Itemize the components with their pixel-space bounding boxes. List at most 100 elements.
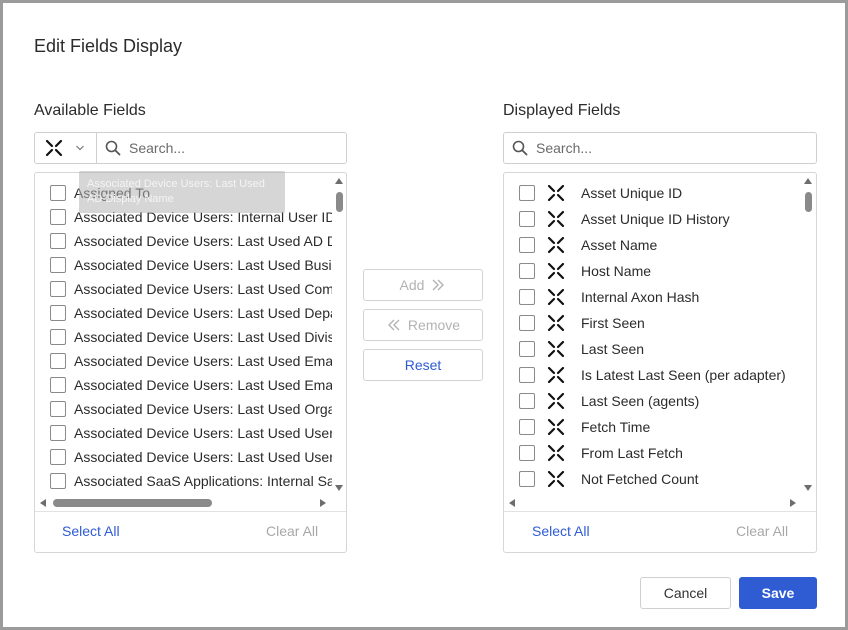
displayed-field-item[interactable]: From Last Fetch: [519, 441, 683, 465]
displayed-field-item[interactable]: Last Seen (agents): [519, 389, 699, 413]
available-search-bar: [34, 132, 347, 164]
axonius-logo-icon: [547, 470, 565, 488]
displayed-field-item[interactable]: Host Name: [519, 259, 651, 283]
available-field-item[interactable]: Associated Device Users: Last Used AD Di…: [50, 229, 332, 253]
scroll-right-arrow-icon[interactable]: [320, 499, 326, 507]
remove-button[interactable]: Remove: [363, 309, 483, 341]
adapter-filter-dropdown[interactable]: [35, 133, 97, 163]
field-checkbox[interactable]: [50, 401, 66, 417]
available-vertical-scrollbar[interactable]: [333, 176, 345, 494]
field-checkbox[interactable]: [50, 185, 66, 201]
displayed-field-item[interactable]: Not Fetched Count: [519, 467, 699, 491]
displayed-field-item[interactable]: Is Latest Last Seen (per adapter): [519, 363, 786, 387]
field-checkbox[interactable]: [519, 471, 535, 487]
field-checkbox[interactable]: [519, 393, 535, 409]
field-checkbox[interactable]: [519, 263, 535, 279]
available-field-item[interactable]: Associated Device Users: Last Used Divis…: [50, 325, 332, 349]
axonius-logo-icon: [547, 184, 565, 202]
available-field-item[interactable]: Associated Device Users: Last Used Usern…: [50, 445, 332, 469]
field-checkbox[interactable]: [50, 233, 66, 249]
field-label: Is Latest Last Seen (per adapter): [581, 367, 786, 383]
scroll-left-arrow-icon[interactable]: [509, 499, 515, 507]
dialog-title: Edit Fields Display: [34, 36, 183, 56]
field-checkbox[interactable]: [50, 281, 66, 297]
field-checkbox[interactable]: [519, 289, 535, 305]
double-chevron-left-icon: [387, 319, 400, 331]
field-label: Associated Device Users: Last Used Divis…: [74, 329, 332, 345]
scroll-right-arrow-icon[interactable]: [790, 499, 796, 507]
field-checkbox[interactable]: [50, 329, 66, 345]
displayed-footer-divider: [504, 511, 816, 512]
displayed-field-item[interactable]: First Seen: [519, 311, 645, 335]
available-select-all-link[interactable]: Select All: [62, 523, 120, 539]
field-checkbox[interactable]: [519, 237, 535, 253]
cancel-button[interactable]: Cancel: [640, 577, 731, 609]
double-chevron-right-icon: [432, 279, 445, 291]
available-field-item[interactable]: Associated Device Users: Last Used Compa…: [50, 277, 332, 301]
scroll-down-arrow-icon[interactable]: [804, 485, 812, 491]
axonius-logo-icon: [547, 314, 565, 332]
displayed-field-item[interactable]: Asset Name: [519, 233, 657, 257]
axonius-logo-icon: [45, 139, 63, 157]
displayed-field-item[interactable]: Internal Axon Hash: [519, 285, 699, 309]
available-field-item[interactable]: Associated SaaS Applications: Internal S…: [50, 469, 332, 493]
field-label: Associated SaaS Applications: Internal S…: [74, 473, 332, 489]
reset-button[interactable]: Reset: [363, 349, 483, 381]
horizontal-scroll-thumb[interactable]: [53, 499, 212, 507]
field-checkbox[interactable]: [519, 419, 535, 435]
available-field-item[interactable]: Associated Device Users: Last Used Depar…: [50, 301, 332, 325]
displayed-search-input[interactable]: [536, 134, 816, 162]
field-tooltip: Associated Device Users: Last Used AD Di…: [79, 171, 285, 213]
field-checkbox[interactable]: [519, 185, 535, 201]
axonius-logo-icon: [547, 444, 565, 462]
field-label: First Seen: [581, 315, 645, 331]
field-label: Associated Device Users: Last Used Usern…: [74, 449, 332, 465]
available-field-item[interactable]: Associated Device Users: Last Used Email: [50, 349, 332, 373]
field-checkbox[interactable]: [519, 367, 535, 383]
field-checkbox[interactable]: [50, 425, 66, 441]
displayed-vertical-scrollbar[interactable]: [802, 176, 814, 494]
field-checkbox[interactable]: [50, 473, 66, 489]
displayed-select-all-link[interactable]: Select All: [532, 523, 590, 539]
scroll-up-arrow-icon[interactable]: [335, 178, 343, 184]
axonius-logo-icon: [547, 340, 565, 358]
field-checkbox[interactable]: [50, 353, 66, 369]
field-checkbox[interactable]: [519, 445, 535, 461]
field-label: Associated Device Users: Last Used Depar…: [74, 305, 332, 321]
available-clear-all-link[interactable]: Clear All: [266, 523, 318, 539]
available-field-item[interactable]: Associated Device Users: Last Used Email…: [50, 373, 332, 397]
field-label: Associated Device Users: Last Used Compa…: [74, 281, 332, 297]
axonius-logo-icon: [547, 288, 565, 306]
scroll-up-arrow-icon[interactable]: [804, 178, 812, 184]
available-field-item[interactable]: Associated Device Users: Last Used Organ…: [50, 397, 332, 421]
available-field-item[interactable]: Associated Device Users: Last Used User: [50, 421, 332, 445]
field-label: Associated Device Users: Last Used User: [74, 425, 332, 441]
displayed-field-item[interactable]: Fetch Time: [519, 415, 650, 439]
scroll-left-arrow-icon[interactable]: [40, 499, 46, 507]
field-label: Last Seen: [581, 341, 645, 357]
scroll-down-arrow-icon[interactable]: [335, 485, 343, 491]
displayed-clear-all-link[interactable]: Clear All: [736, 523, 788, 539]
field-checkbox[interactable]: [50, 377, 66, 393]
remove-label: Remove: [407, 317, 461, 333]
field-label: Fetch Time: [581, 419, 651, 435]
save-button[interactable]: Save: [739, 577, 817, 609]
displayed-field-item[interactable]: Asset Unique ID: [519, 181, 682, 205]
displayed-field-item[interactable]: Asset Unique ID History: [519, 207, 730, 231]
field-label: Associated Device Users: Last Used Email…: [74, 377, 332, 393]
displayed-field-item[interactable]: Last Seen: [519, 337, 644, 361]
field-checkbox[interactable]: [519, 211, 535, 227]
scroll-thumb[interactable]: [805, 192, 812, 212]
displayed-search-bar: [503, 132, 817, 164]
field-checkbox[interactable]: [50, 449, 66, 465]
field-checkbox[interactable]: [50, 257, 66, 273]
search-icon: [97, 133, 129, 163]
field-checkbox[interactable]: [50, 305, 66, 321]
scroll-thumb[interactable]: [336, 192, 343, 212]
field-checkbox[interactable]: [50, 209, 66, 225]
field-checkbox[interactable]: [519, 315, 535, 331]
available-field-item[interactable]: Associated Device Users: Last Used Busin…: [50, 253, 332, 277]
field-checkbox[interactable]: [519, 341, 535, 357]
available-search-input[interactable]: [129, 134, 346, 162]
add-button[interactable]: Add: [363, 269, 483, 301]
